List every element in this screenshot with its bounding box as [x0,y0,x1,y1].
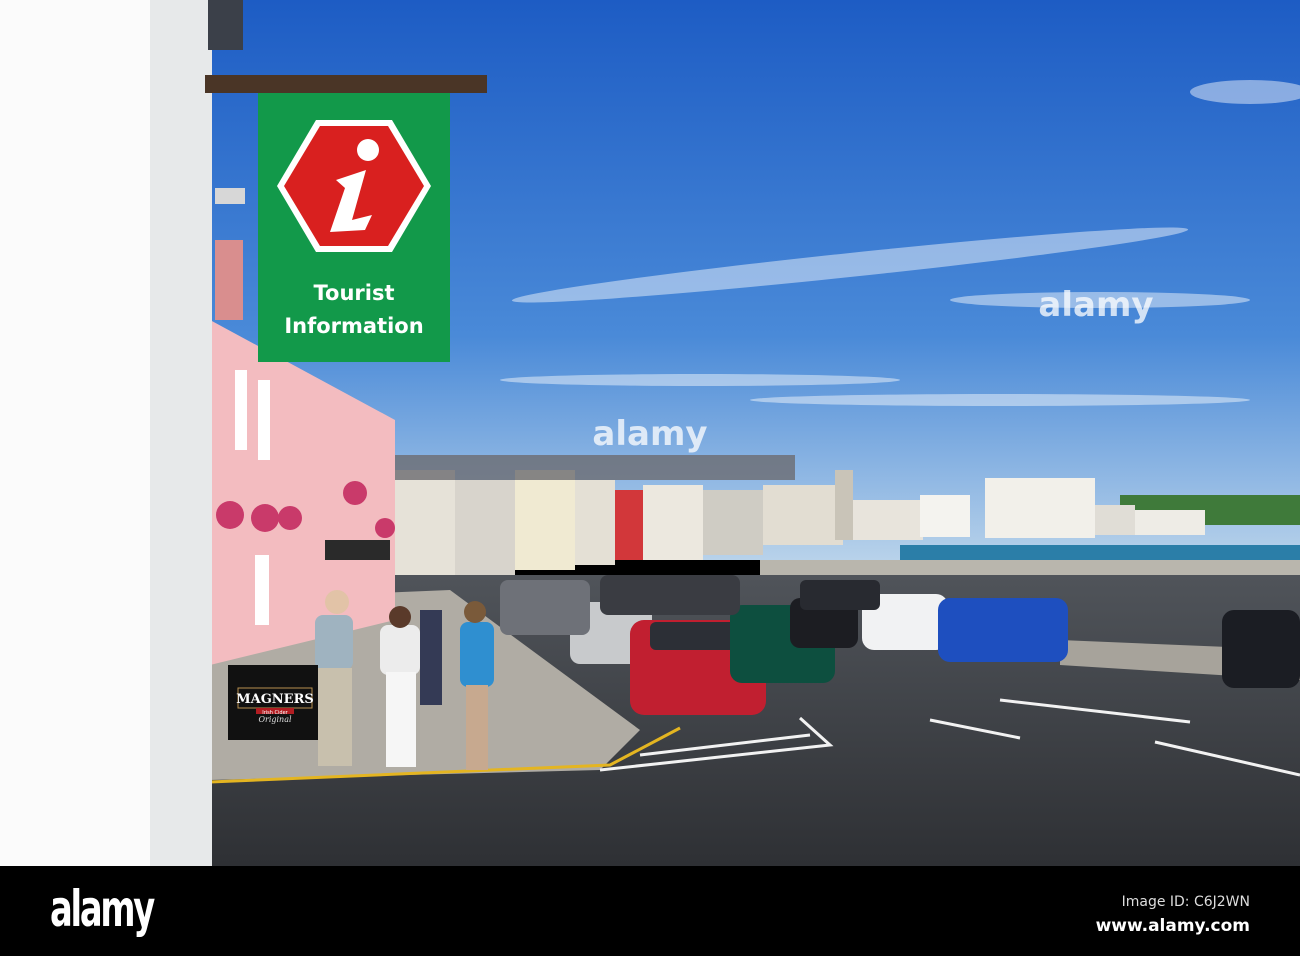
watermark-center: alamy [592,414,707,454]
magners-brand: MAGNERS [236,692,314,707]
footer-bar: alamy Image ID: C6J2WN www.alamy.com [0,866,1300,956]
image-meta: Image ID: C6J2WN www.alamy.com [1096,890,1250,938]
alamy-logo[interactable]: alamy [50,880,155,938]
magners-banner: MAGNERS Irish Cider Original [228,665,318,740]
white-building [0,0,245,866]
street-photo: MAGNERS Irish Cider Original Tourist Inf… [0,0,1300,866]
watermark-right: alamy [1038,285,1153,325]
site-link[interactable]: www.alamy.com [1096,914,1250,938]
magners-tag: Original [258,715,292,724]
image-id: Image ID: C6J2WN [1121,894,1250,910]
photo-scene: MAGNERS Irish Cider Original Tourist Inf… [0,0,1300,956]
sign-line-1: Tourist [313,281,394,305]
pedestrians [315,590,494,770]
sign-line-2: Information [284,314,423,338]
